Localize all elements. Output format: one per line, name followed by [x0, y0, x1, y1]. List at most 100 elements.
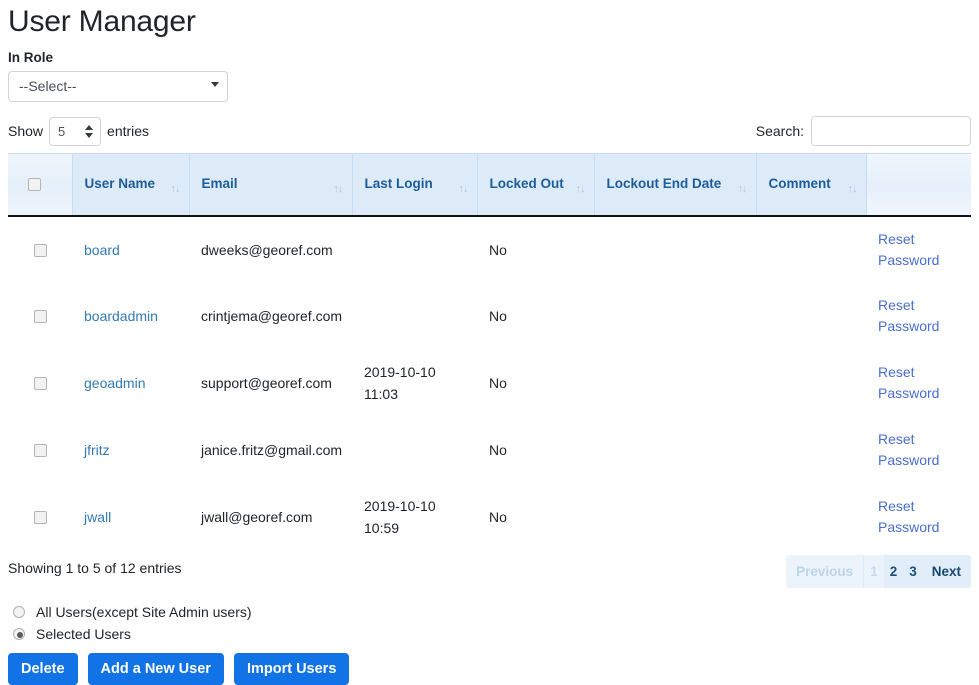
sort-icon[interactable]: ↑↓ — [738, 180, 747, 198]
cell-lockout-end-date — [594, 216, 756, 283]
role-filter-select[interactable]: --Select-- — [8, 71, 228, 102]
sort-icon[interactable]: ↑↓ — [171, 180, 180, 198]
cell-username: jwall — [72, 483, 189, 551]
table-controls-row: Show 5 entries Search: — [0, 116, 979, 148]
header-locked-out[interactable]: Locked Out ↑↓ — [477, 154, 594, 216]
header-last-login-label: Last Login — [365, 176, 433, 191]
table-row: geoadmin support@georef.com 2019-10-10 1… — [8, 349, 971, 417]
header-username-label: User Name — [85, 176, 156, 191]
row-checkbox[interactable] — [34, 377, 47, 390]
table-info: Showing 1 to 5 of 12 entries — [8, 560, 182, 576]
users-table-header-row: User Name ↑↓ Email ↑↓ Last Login ↑↓ Lock… — [8, 154, 971, 216]
length-control: Show 5 entries — [8, 116, 149, 146]
header-lockout-end-date[interactable]: Lockout End Date ↑↓ — [594, 154, 756, 216]
cell-email: jwall@georef.com — [189, 483, 352, 551]
pagination-page-3[interactable]: 3 — [903, 555, 923, 588]
cell-lockout-end-date — [594, 417, 756, 483]
show-label: Show — [8, 116, 43, 146]
select-all-checkbox[interactable] — [28, 178, 41, 191]
header-email-label: Email — [202, 176, 238, 191]
scope-option-all-users-label: All Users(except Site Admin users) — [36, 604, 252, 620]
cell-comment — [756, 417, 866, 483]
header-email[interactable]: Email ↑↓ — [189, 154, 352, 216]
row-select-cell[interactable] — [8, 417, 72, 483]
row-select-cell[interactable] — [8, 349, 72, 417]
cell-username: geoadmin — [72, 349, 189, 417]
scope-option-selected-users[interactable]: Selected Users — [8, 623, 979, 645]
table-row: jwall jwall@georef.com 2019-10-10 10:59 … — [8, 483, 971, 551]
table-footer-row: Showing 1 to 5 of 12 entries Previous 1 … — [0, 557, 979, 591]
radio-all-users[interactable] — [13, 606, 25, 618]
header-comment[interactable]: Comment ↑↓ — [756, 154, 866, 216]
cell-email: support@georef.com — [189, 349, 352, 417]
reset-password-link[interactable]: Reset Password — [878, 362, 961, 404]
table-row: jfritz janice.fritz@gmail.com No Reset P… — [8, 417, 971, 483]
username-link[interactable]: boardadmin — [84, 308, 158, 324]
username-link[interactable]: jfritz — [84, 442, 110, 458]
page-title: User Manager — [0, 0, 979, 40]
pagination-page-2[interactable]: 2 — [884, 555, 904, 588]
reset-password-link[interactable]: Reset Password — [878, 496, 961, 538]
row-checkbox[interactable] — [34, 444, 47, 457]
cell-username: boardadmin — [72, 283, 189, 349]
length-select[interactable]: 5 — [49, 117, 101, 146]
row-checkbox[interactable] — [34, 511, 47, 524]
length-select-wrapper[interactable]: 5 — [49, 117, 101, 146]
scope-option-selected-users-label: Selected Users — [36, 626, 131, 642]
header-username[interactable]: User Name ↑↓ — [72, 154, 189, 216]
entries-label: entries — [107, 116, 149, 146]
header-locked-out-label: Locked Out — [490, 176, 564, 191]
username-link[interactable]: jwall — [84, 509, 111, 525]
reset-password-link[interactable]: Reset Password — [878, 295, 961, 337]
sort-icon[interactable]: ↑↓ — [334, 180, 343, 198]
sort-icon[interactable]: ↑↓ — [459, 180, 468, 198]
cell-action: Reset Password — [866, 283, 971, 349]
pagination-next[interactable]: Next — [923, 555, 971, 588]
import-users-button[interactable]: Import Users — [234, 653, 349, 685]
users-table-head: User Name ↑↓ Email ↑↓ Last Login ↑↓ Lock… — [8, 154, 971, 216]
cell-locked-out: No — [477, 417, 594, 483]
pagination-previous[interactable]: Previous — [786, 555, 863, 588]
pagination: Previous 1 2 3 Next — [786, 555, 971, 588]
table-row: board dweeks@georef.com No Reset Passwor… — [8, 216, 971, 283]
radio-selected-users[interactable] — [13, 628, 25, 640]
cell-locked-out: No — [477, 283, 594, 349]
reset-password-link[interactable]: Reset Password — [878, 229, 961, 271]
header-actions — [866, 154, 971, 216]
pagination-page-1[interactable]: 1 — [863, 555, 884, 588]
cell-action: Reset Password — [866, 483, 971, 551]
role-filter-label: In Role — [8, 50, 979, 65]
cell-lockout-end-date — [594, 283, 756, 349]
row-checkbox[interactable] — [34, 310, 47, 323]
cell-comment — [756, 483, 866, 551]
cell-last-login — [352, 283, 477, 349]
cell-locked-out: No — [477, 483, 594, 551]
users-table: User Name ↑↓ Email ↑↓ Last Login ↑↓ Lock… — [8, 153, 971, 551]
cell-last-login — [352, 417, 477, 483]
cell-email: crintjema@georef.com — [189, 283, 352, 349]
delete-button[interactable]: Delete — [8, 653, 78, 685]
header-lockout-end-date-label: Lockout End Date — [607, 176, 722, 191]
role-filter-select-wrapper[interactable]: --Select-- — [8, 71, 228, 102]
sort-icon[interactable]: ↑↓ — [576, 180, 585, 198]
search-input[interactable] — [811, 116, 971, 146]
row-select-cell[interactable] — [8, 216, 72, 283]
cell-last-login: 2019-10-10 10:59 — [352, 483, 477, 551]
cell-last-login — [352, 216, 477, 283]
search-group: Search: — [756, 116, 971, 146]
username-link[interactable]: geoadmin — [84, 375, 146, 391]
cell-action: Reset Password — [866, 216, 971, 283]
row-select-cell[interactable] — [8, 483, 72, 551]
row-checkbox[interactable] — [34, 244, 47, 257]
reset-password-link[interactable]: Reset Password — [878, 429, 961, 471]
scope-option-all-users[interactable]: All Users(except Site Admin users) — [8, 601, 979, 623]
sort-icon[interactable]: ↑↓ — [848, 180, 857, 198]
row-select-cell[interactable] — [8, 283, 72, 349]
header-comment-label: Comment — [769, 176, 831, 191]
cell-username: jfritz — [72, 417, 189, 483]
header-select-all-cell[interactable] — [8, 154, 72, 216]
header-last-login[interactable]: Last Login ↑↓ — [352, 154, 477, 216]
add-user-button[interactable]: Add a New User — [88, 653, 224, 685]
username-link[interactable]: board — [84, 242, 120, 258]
cell-locked-out: No — [477, 349, 594, 417]
